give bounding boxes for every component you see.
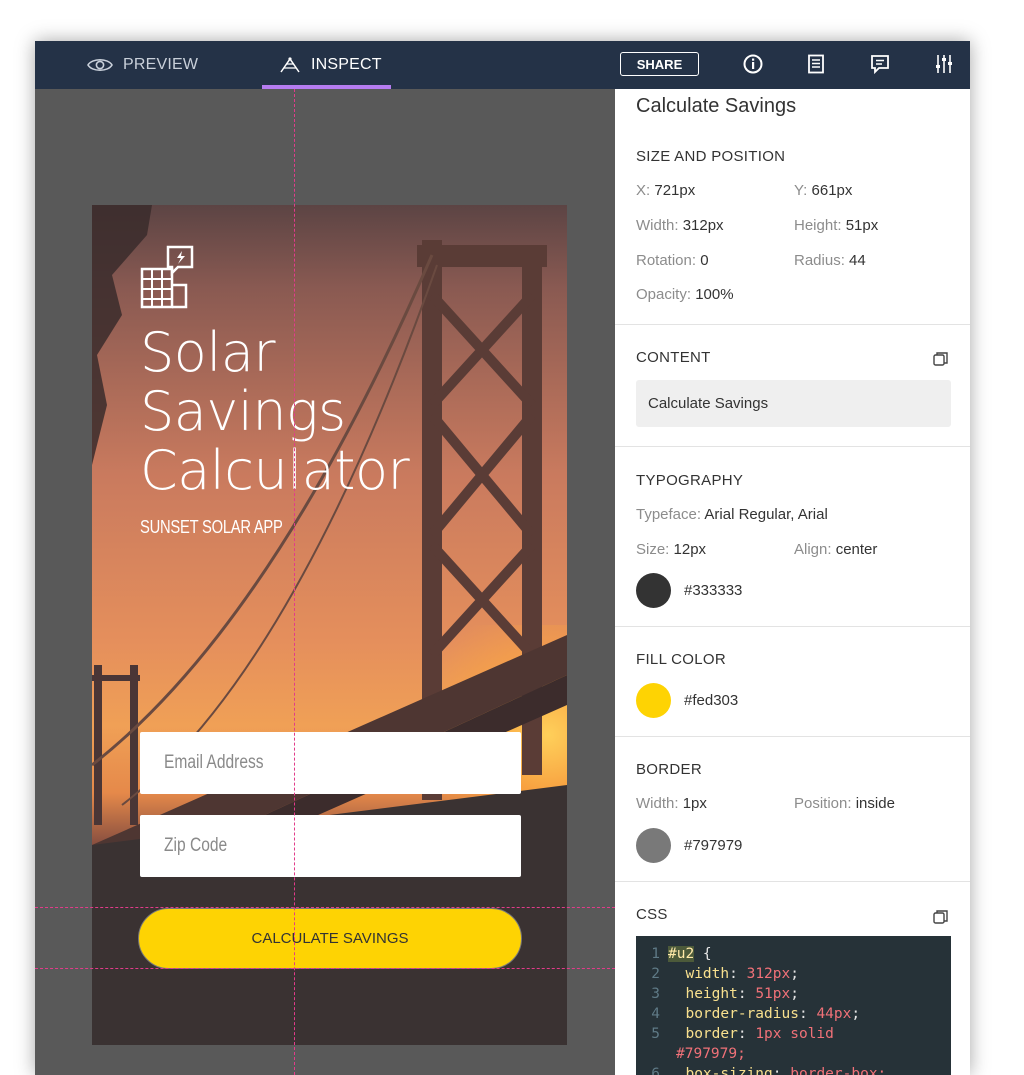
code-line: 4 border-radius: 44px; <box>651 1006 861 1022</box>
opacity-value: Opacity: 100% <box>636 286 734 303</box>
app-title: Solar Savings Calculator <box>140 321 410 502</box>
typeface-value: Typeface: Arial Regular, Arial <box>636 506 828 523</box>
border-width-val: 1px <box>682 795 707 812</box>
text-color-swatch[interactable] <box>636 573 671 608</box>
typeface-key: Typeface: <box>636 506 702 523</box>
tab-preview[interactable]: PREVIEW <box>87 41 198 89</box>
border-position-value: Position: inside <box>794 795 895 812</box>
code-line: 1 #u2 { <box>651 946 712 962</box>
font-size-value: Size: 12px <box>636 541 706 558</box>
size-val: 12px <box>673 541 707 558</box>
copy-icon[interactable] <box>933 909 949 925</box>
rotation-val: 0 <box>700 252 709 269</box>
copy-icon[interactable] <box>933 351 949 367</box>
height-value: Height: 51px <box>794 217 878 234</box>
opacity-key: Opacity: <box>636 286 692 303</box>
border-position-val: inside <box>855 795 895 812</box>
size-key: Size: <box>636 541 670 558</box>
section-divider <box>615 881 970 882</box>
y-val: 661px <box>811 182 853 199</box>
settings-sliders-icon[interactable] <box>933 53 955 75</box>
horizontal-guide-line <box>35 968 615 969</box>
size-position-heading: SIZE AND POSITION <box>636 148 786 165</box>
app-title-line: Calculator <box>140 439 410 502</box>
email-field[interactable]: Email Address <box>140 732 521 794</box>
vertical-guide-line <box>294 89 295 1075</box>
section-divider <box>615 446 970 447</box>
document-icon[interactable] <box>805 53 827 75</box>
border-position-key: Position: <box>794 795 852 812</box>
x-key: X: <box>636 182 651 199</box>
y-value: Y: 661px <box>794 182 852 199</box>
element-title: Calculate Savings <box>636 95 797 117</box>
code-line: 6 box-sizing: border-box; <box>651 1066 887 1075</box>
calculate-savings-button[interactable]: CALCULATE SAVINGS <box>138 908 522 969</box>
typeface-val: Arial Regular, Arial <box>704 506 828 523</box>
typography-heading: TYPOGRAPHY <box>636 472 744 489</box>
horizontal-guide-line <box>35 907 615 908</box>
app-title-line: Solar <box>140 321 276 384</box>
width-val: 312px <box>682 217 724 234</box>
width-key: Width: <box>636 217 679 234</box>
prototype-window: PREVIEW INSPECT SHARE Solar Savings Calc… <box>35 41 970 1075</box>
height-val: 51px <box>845 217 879 234</box>
radius-val: 44 <box>849 252 866 269</box>
border-color-swatch[interactable] <box>636 828 671 863</box>
x-value: X: 721px <box>636 182 695 199</box>
border-width-key: Width: <box>636 795 679 812</box>
inspect-icon <box>280 57 300 73</box>
border-color-hex: #797979 <box>684 837 743 854</box>
radius-value: Radius: 44 <box>794 252 866 269</box>
height-key: Height: <box>794 217 842 234</box>
rotation-value: Rotation: 0 <box>636 252 709 269</box>
y-key: Y: <box>794 182 808 199</box>
comment-icon[interactable] <box>869 53 891 75</box>
section-divider <box>615 626 970 627</box>
width-value: Width: 312px <box>636 217 724 234</box>
code-line: 5 border: 1px solid <box>651 1026 834 1042</box>
content-heading: CONTENT <box>636 349 711 366</box>
section-divider <box>615 324 970 325</box>
section-divider <box>615 736 970 737</box>
fill-color-hex: #fed303 <box>684 692 739 709</box>
code-line: 2 width: 312px; <box>651 966 799 982</box>
solar-building-icon <box>140 245 194 309</box>
share-button[interactable]: SHARE <box>620 52 699 76</box>
eye-icon <box>87 58 113 72</box>
css-heading: CSS <box>636 906 668 923</box>
tab-inspect[interactable]: INSPECT <box>279 41 382 89</box>
text-color-hex: #333333 <box>684 582 743 599</box>
content-value-box[interactable]: Calculate Savings <box>636 380 951 427</box>
tab-inspect-label: INSPECT <box>311 56 382 73</box>
top-toolbar: PREVIEW INSPECT SHARE <box>35 41 970 89</box>
x-val: 721px <box>654 182 696 199</box>
radius-key: Radius: <box>794 252 845 269</box>
rotation-key: Rotation: <box>636 252 697 269</box>
opacity-val: 100% <box>695 286 734 303</box>
zip-code-field[interactable]: Zip Code <box>140 815 521 877</box>
email-placeholder: Email Address <box>164 752 264 773</box>
border-width-value: Width: 1px <box>636 795 707 812</box>
inspector-panel: Calculate Savings SIZE AND POSITION X: 7… <box>615 89 970 1075</box>
align-value: Align: center <box>794 541 877 558</box>
app-title-line: Savings <box>140 380 346 443</box>
fill-color-heading: FILL COLOR <box>636 651 726 668</box>
mobile-mockup: Solar Savings Calculator SUNSET SOLAR AP… <box>92 205 567 1045</box>
align-val: center <box>835 541 878 558</box>
design-canvas: Solar Savings Calculator SUNSET SOLAR AP… <box>35 89 615 1075</box>
code-line: 3 height: 51px; <box>651 986 799 1002</box>
info-icon[interactable] <box>742 53 764 75</box>
align-key: Align: <box>794 541 832 558</box>
fill-color-swatch[interactable] <box>636 683 671 718</box>
tab-preview-label: PREVIEW <box>123 56 199 73</box>
app-subtitle: SUNSET SOLAR APP <box>140 517 283 537</box>
code-line: #797979; <box>676 1046 746 1062</box>
border-heading: BORDER <box>636 761 702 778</box>
zip-placeholder: Zip Code <box>164 835 228 856</box>
css-code-block[interactable]: 1 #u2 { 2 width: 312px; 3 height: 51px; 4… <box>636 936 951 1075</box>
